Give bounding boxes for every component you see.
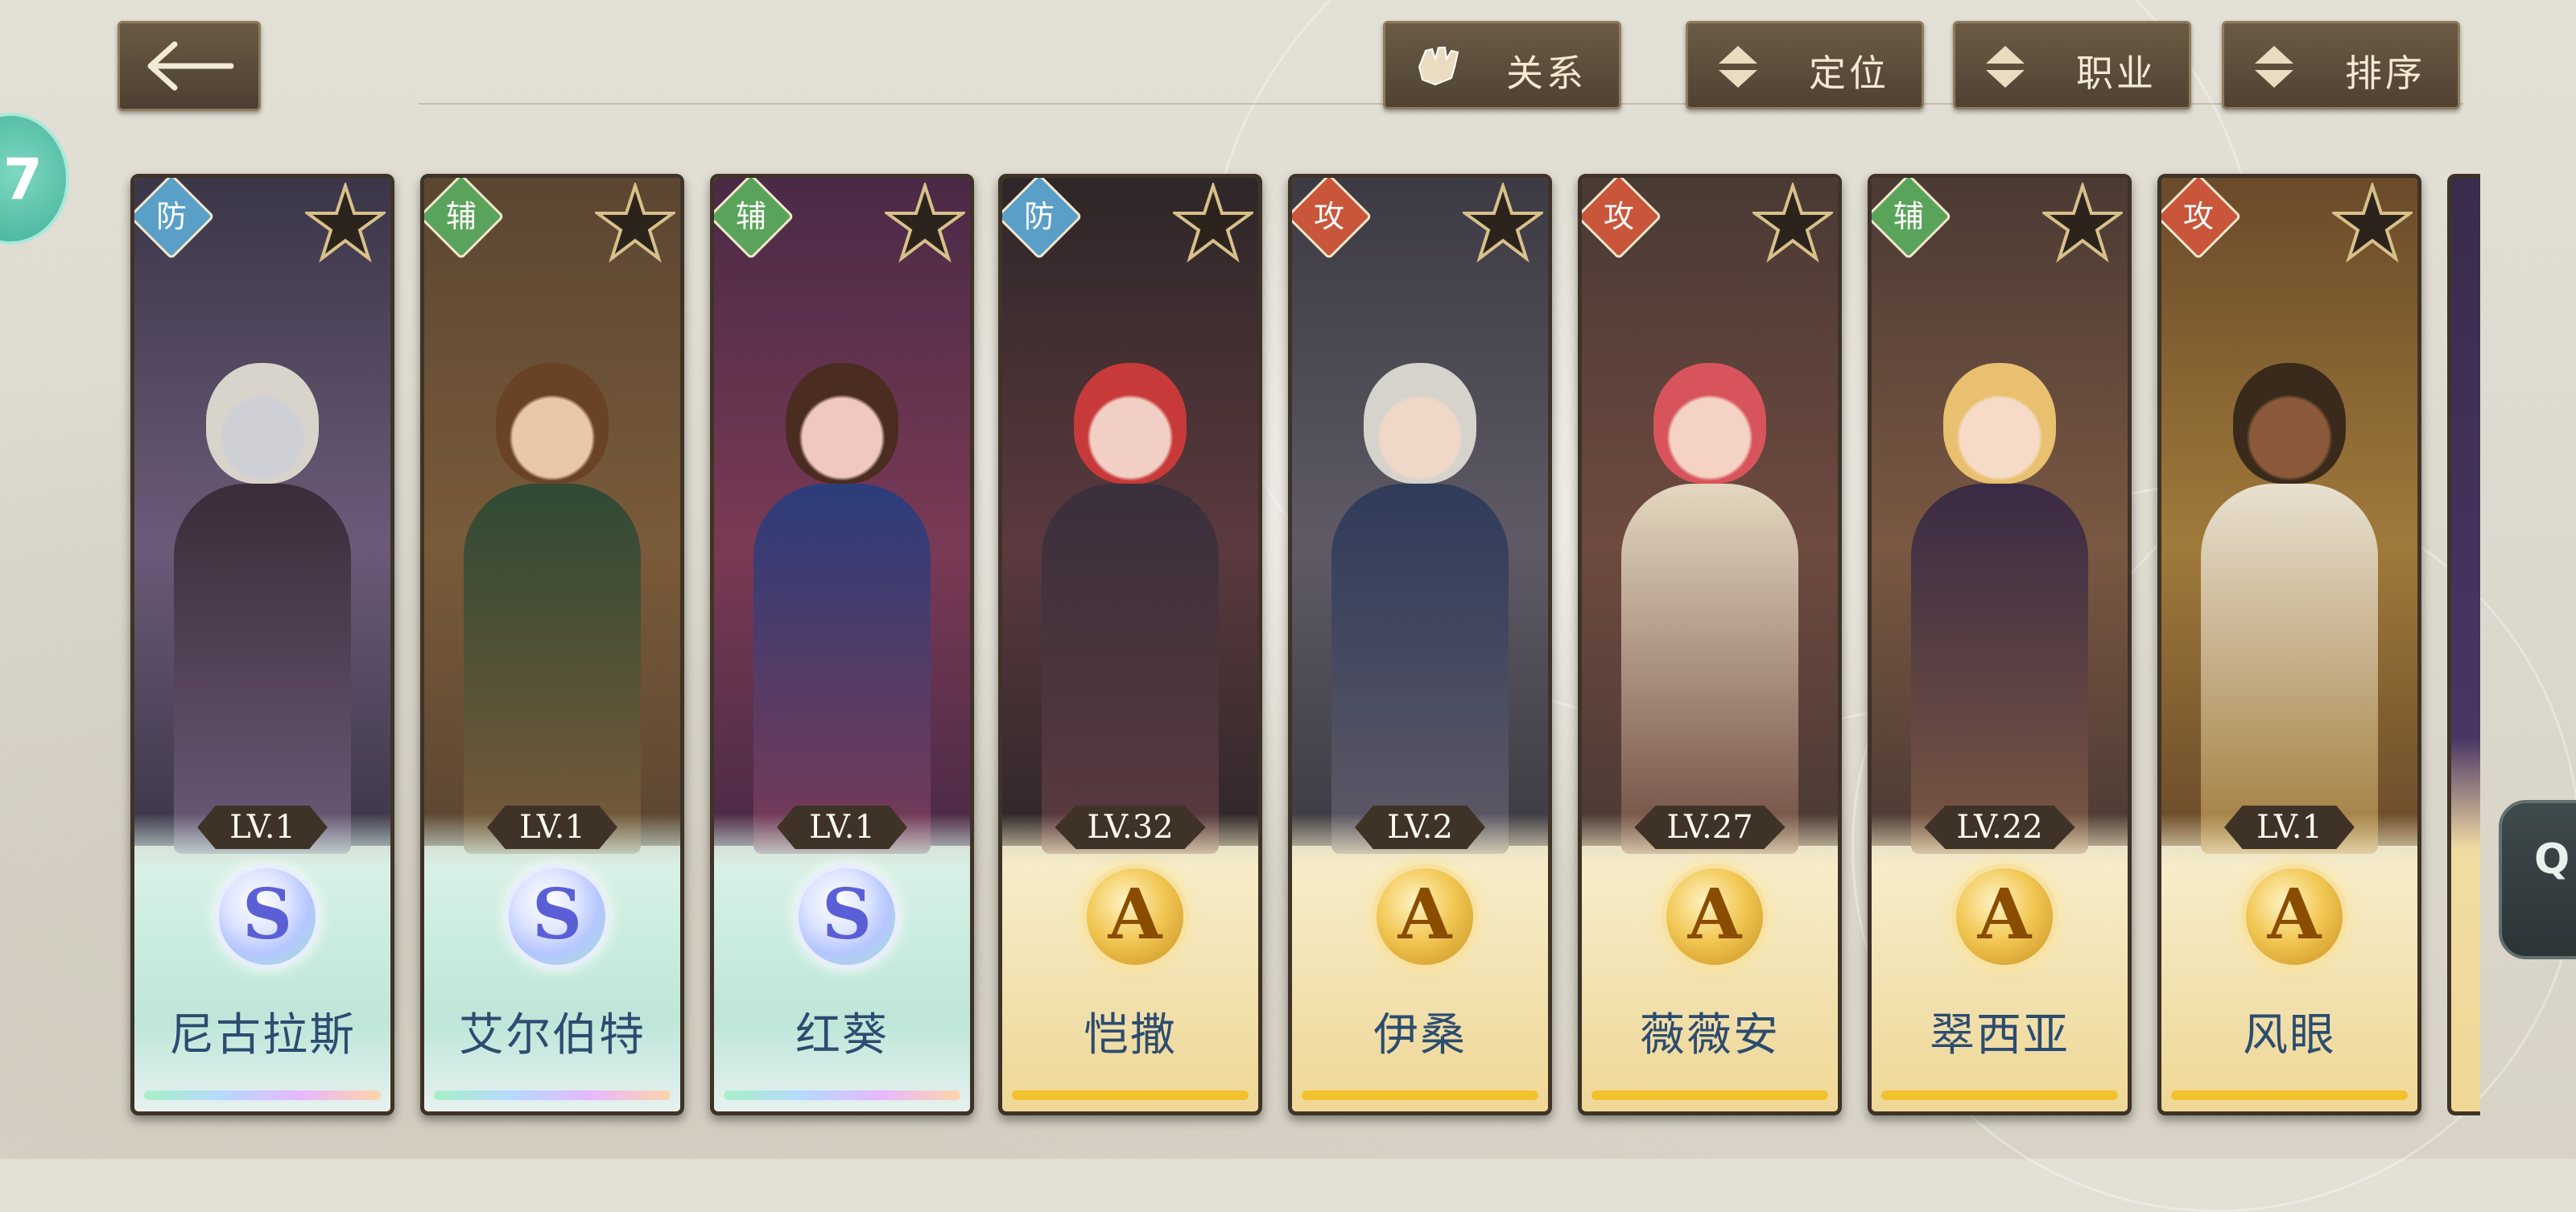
character-name: 恺撒 [1084, 1009, 1177, 1062]
card-bottom-bar [2171, 1090, 2408, 1100]
sort-button[interactable]: 排序 [2222, 21, 2460, 109]
level-tag: LV.32 [1055, 806, 1206, 849]
card-bottom-bar [434, 1090, 671, 1100]
character-card[interactable]: 攻 LV.1 A 风眼 [2157, 174, 2421, 1115]
character-card[interactable]: 辅 LV.22 A 翠西亚 [1868, 174, 2132, 1115]
sort-updown-icon [2255, 46, 2293, 88]
star-icon [1752, 183, 1833, 263]
character-card[interactable]: 攻 LV.2 A 伊桑 [1288, 174, 1552, 1115]
character-portrait [424, 178, 680, 854]
character-name: 尼古拉斯 [169, 1009, 356, 1062]
card-bottom-bar [724, 1090, 960, 1100]
rank-medal: A [2241, 864, 2347, 970]
character-name: 红葵 [795, 1009, 889, 1062]
level-tag: LV.27 [1634, 806, 1785, 849]
relation-button[interactable]: 关系 [1383, 21, 1621, 109]
level-tag: LV.2 [1355, 806, 1485, 849]
card-bottom-bar [1302, 1090, 1538, 1100]
character-portrait [134, 178, 390, 854]
character-figure [1038, 363, 1223, 854]
character-card[interactable]: 辅 LV.1 S 艾尔伯特 [420, 174, 684, 1115]
character-figure [1907, 363, 2092, 854]
character-name: 艾尔伯特 [459, 1009, 646, 1062]
role-badge-label: 攻 [2182, 199, 2214, 234]
character-figure [749, 363, 935, 854]
side-event-badge[interactable]: 7 [0, 113, 69, 245]
class-filter-label: 职业 [2076, 52, 2157, 95]
star-icon [885, 183, 965, 263]
star-icon [2332, 183, 2413, 263]
character-name: 伊桑 [1373, 1009, 1467, 1062]
position-filter-button[interactable]: 定位 [1686, 21, 1924, 109]
role-badge-label: 辅 [1893, 199, 1924, 234]
level-tag: LV.1 [2224, 806, 2355, 849]
card-bottom-bar [1881, 1090, 2118, 1100]
role-badge-label: 辅 [735, 199, 766, 234]
rank-medal: A [1082, 864, 1188, 970]
star-icon [305, 183, 386, 263]
sort-button-label: 排序 [2345, 52, 2425, 95]
character-card[interactable]: 攻 LV.27 A 薇薇安 [1578, 174, 1842, 1115]
character-card[interactable]: 防 LV.32 A 恺撒 [998, 174, 1262, 1115]
side-event-badge-number: 7 [3, 146, 43, 212]
level-tag: LV.22 [1924, 806, 2075, 849]
card-bottom-bar [144, 1090, 381, 1100]
gauntlet-icon [1418, 47, 1459, 86]
character-figure [460, 363, 645, 854]
rank-medal: S [214, 864, 320, 970]
character-portrait [1872, 178, 2128, 854]
next-card-peek[interactable] [2447, 174, 2480, 1115]
character-portrait [2161, 178, 2417, 854]
character-name: 风眼 [2243, 1009, 2336, 1062]
character-portrait [1582, 178, 1838, 854]
rank-medal: A [1662, 864, 1768, 970]
level-tag: LV.1 [777, 806, 907, 849]
card-bottom-bar [1012, 1090, 1249, 1100]
role-badge-label: 防 [155, 199, 187, 234]
class-filter-button[interactable]: 职业 [1953, 21, 2191, 109]
chat-button[interactable]: Q [2499, 800, 2576, 959]
rank-medal: S [504, 864, 610, 970]
star-icon [1173, 183, 1253, 263]
character-figure [1617, 363, 1802, 854]
back-arrow-icon [147, 41, 234, 91]
character-portrait [714, 178, 970, 854]
character-portrait [1002, 178, 1258, 854]
character-card[interactable]: 辅 LV.1 S 红葵 [710, 174, 974, 1115]
character-portrait [1292, 178, 1548, 854]
back-button[interactable] [118, 21, 261, 111]
role-badge-label: 攻 [1313, 199, 1344, 234]
level-tag: LV.1 [197, 806, 328, 849]
rank-medal: A [1372, 864, 1478, 970]
sort-updown-icon [1986, 46, 2025, 88]
sort-updown-icon [1719, 46, 1757, 88]
role-badge-label: 辅 [445, 199, 477, 234]
character-name: 翠西亚 [1930, 1009, 2070, 1062]
role-badge-label: 攻 [1603, 199, 1634, 234]
rank-medal: S [794, 864, 900, 970]
level-tag: LV.1 [487, 806, 617, 849]
character-figure [2197, 363, 2382, 854]
star-icon [595, 183, 675, 263]
relation-button-label: 关系 [1506, 52, 1587, 95]
position-filter-label: 定位 [1809, 52, 1889, 95]
character-figure [1327, 363, 1513, 854]
character-name: 薇薇安 [1640, 1009, 1780, 1062]
character-figure [170, 363, 355, 854]
rank-medal: A [1951, 864, 2058, 970]
role-badge-label: 防 [1023, 199, 1055, 234]
card-bottom-bar [1591, 1090, 1828, 1100]
chat-button-label: Q [2534, 835, 2570, 884]
star-icon [2042, 183, 2123, 263]
star-icon [1463, 183, 1543, 263]
character-card[interactable]: 防 LV.1 S 尼古拉斯 [130, 174, 394, 1115]
